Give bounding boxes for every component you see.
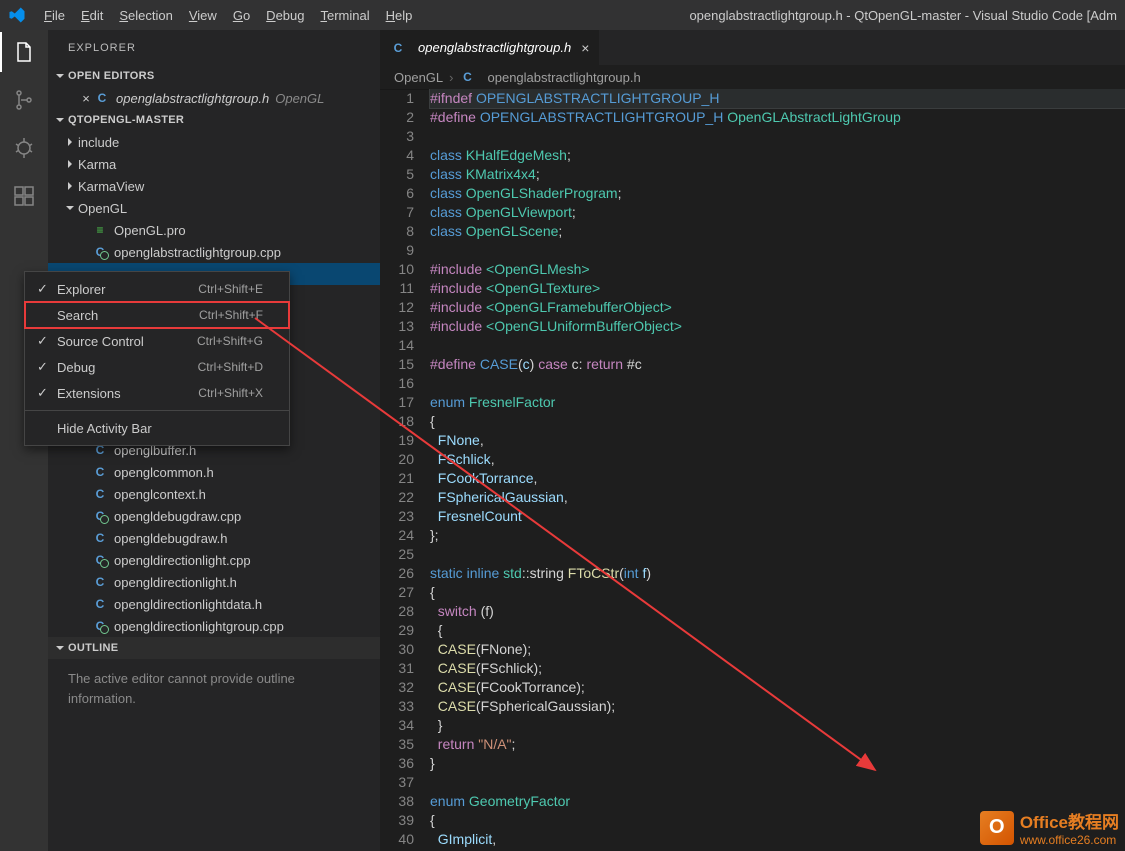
tree-file[interactable]: ≡OpenGL.pro [48, 219, 380, 241]
menu-file[interactable]: File [36, 4, 73, 27]
folder-include[interactable]: include [48, 131, 380, 153]
check-icon: ✓ [33, 333, 53, 349]
c-file-icon: C [390, 41, 406, 55]
tree-file[interactable]: Copengldirectionlightdata.h [48, 593, 380, 615]
app-logo [8, 6, 26, 24]
menu-selection[interactable]: Selection [111, 4, 180, 27]
chevron-right-icon: › [449, 70, 453, 85]
cpp-file-icon: C [92, 245, 108, 259]
ctx-source-control[interactable]: ✓Source ControlCtrl+Shift+G [25, 328, 289, 354]
ctx-extensions[interactable]: ✓ExtensionsCtrl+Shift+X [25, 380, 289, 406]
chevron-icon [62, 178, 78, 194]
debug-icon[interactable] [10, 134, 38, 162]
ctx-hide-activity-bar[interactable]: Hide Activity Bar [25, 415, 289, 441]
source-control-icon[interactable] [10, 86, 38, 114]
cpp-file-icon: C [92, 619, 108, 633]
menu-view[interactable]: View [181, 4, 225, 27]
tree-file[interactable]: Copenglabstractlightgroup.cpp [48, 241, 380, 263]
chevron-icon [62, 156, 78, 172]
activity-bar-context-menu: ✓ExplorerCtrl+Shift+ESearchCtrl+Shift+F✓… [24, 271, 290, 446]
ctx-search[interactable]: SearchCtrl+Shift+F [25, 302, 289, 328]
c-header-icon: C [92, 597, 108, 611]
outline-header[interactable]: OUTLINE [48, 637, 380, 659]
explorer-tab-icon[interactable] [10, 38, 38, 66]
watermark: O Office教程网 www.office26.com [980, 808, 1119, 847]
chevron-down-icon [52, 112, 68, 128]
check-icon: ✓ [33, 359, 53, 375]
editor-tab[interactable]: C openglabstractlightgroup.h × [380, 30, 599, 65]
close-icon[interactable]: × [581, 40, 589, 56]
close-icon[interactable]: × [78, 91, 94, 106]
outline-message: The active editor cannot provide outline… [48, 659, 380, 718]
window-title: openglabstractlightgroup.h - QtOpenGL-ma… [689, 8, 1125, 23]
watermark-text: Office教程网 [1020, 808, 1119, 833]
open-editors-header[interactable]: OPEN EDITORS [48, 65, 380, 87]
c-file-icon: C [94, 91, 110, 105]
menu-go[interactable]: Go [225, 4, 258, 27]
chevron-icon [62, 200, 78, 216]
tree-file[interactable]: Copengldirectionlightgroup.cpp [48, 615, 380, 637]
menu-edit[interactable]: Edit [73, 4, 111, 27]
qt-file-icon: ≡ [92, 223, 108, 237]
c-file-icon: C [460, 70, 476, 84]
editor-tabs: C openglabstractlightgroup.h × [380, 30, 1125, 65]
menu-bar: FileEditSelectionViewGoDebugTerminalHelp [36, 4, 420, 27]
menu-debug[interactable]: Debug [258, 4, 312, 27]
cpp-file-icon: C [92, 509, 108, 523]
folder-opengl[interactable]: OpenGL [48, 197, 380, 219]
project-header[interactable]: QTOPENGL-MASTER [48, 109, 380, 131]
open-editor-item[interactable]: × C openglabstractlightgroup.h OpenGL [48, 87, 380, 109]
watermark-url: www.office26.com [1020, 833, 1119, 847]
folder-karmaview[interactable]: KarmaView [48, 175, 380, 197]
tree-file[interactable]: Copengldebugdraw.h [48, 527, 380, 549]
title-bar: FileEditSelectionViewGoDebugTerminalHelp… [0, 0, 1125, 30]
tree-file[interactable]: Copengldebugdraw.cpp [48, 505, 380, 527]
menu-help[interactable]: Help [378, 4, 421, 27]
c-header-icon: C [92, 531, 108, 545]
cpp-file-icon: C [92, 553, 108, 567]
tree-file[interactable]: Copenglcommon.h [48, 461, 380, 483]
c-header-icon: C [92, 575, 108, 589]
menu-terminal[interactable]: Terminal [312, 4, 377, 27]
breadcrumb[interactable]: OpenGL › C openglabstractlightgroup.h [380, 65, 1125, 89]
editor-area: C openglabstractlightgroup.h × OpenGL › … [380, 30, 1125, 851]
chevron-down-icon [52, 640, 68, 656]
extensions-icon[interactable] [10, 182, 38, 210]
tree-file[interactable]: Copenglcontext.h [48, 483, 380, 505]
sidebar-title: EXPLORER [48, 30, 380, 65]
check-icon: ✓ [33, 385, 53, 401]
folder-karma[interactable]: Karma [48, 153, 380, 175]
tree-file[interactable]: Copengldirectionlight.cpp [48, 549, 380, 571]
ctx-explorer[interactable]: ✓ExplorerCtrl+Shift+E [25, 276, 289, 302]
tree-file[interactable]: Copengldirectionlight.h [48, 571, 380, 593]
ctx-debug[interactable]: ✓DebugCtrl+Shift+D [25, 354, 289, 380]
c-header-icon: C [92, 465, 108, 479]
c-header-icon: C [92, 487, 108, 501]
watermark-logo: O [980, 811, 1014, 845]
code-editor[interactable]: 1234567891011121314151617181920212223242… [380, 89, 1125, 851]
chevron-down-icon [52, 68, 68, 84]
check-icon: ✓ [33, 281, 53, 297]
chevron-icon [62, 134, 78, 150]
